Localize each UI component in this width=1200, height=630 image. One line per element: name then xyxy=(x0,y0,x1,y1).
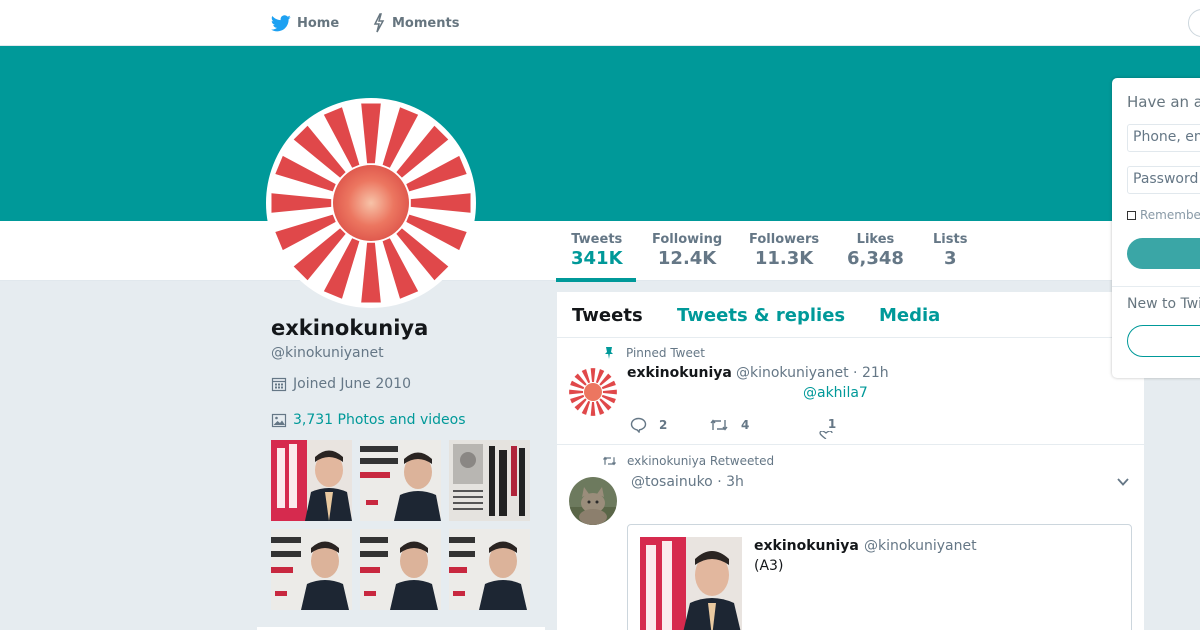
stat-likes-value: 6,348 xyxy=(847,248,904,269)
like-count: 1 xyxy=(827,417,837,431)
nav-home[interactable]: Home xyxy=(271,0,339,46)
sun-ray xyxy=(271,193,332,213)
like-button[interactable]: 1 xyxy=(818,417,846,439)
tweet-author-meta[interactable]: @kinokuniyanet · 21h xyxy=(736,365,889,381)
stat-lists-value: 3 xyxy=(943,248,957,269)
nav-home-label: Home xyxy=(297,15,340,31)
quoted-author-handle: @kinokuniyanet xyxy=(864,538,977,554)
active-stat-underline xyxy=(556,278,636,282)
photo-thumbnail[interactable] xyxy=(271,440,352,521)
calendar-icon xyxy=(271,377,287,392)
stat-tweets-label: Tweets xyxy=(571,232,623,247)
tab-media[interactable]: Media xyxy=(879,305,940,326)
remember-label: Remembe xyxy=(1140,208,1200,222)
top-navigation: Home Moments xyxy=(0,0,1200,46)
pinned-tweet-label: Pinned Tweet xyxy=(626,346,705,360)
rising-sun-avatar-small xyxy=(569,368,617,416)
search-field-edge[interactable] xyxy=(1188,9,1200,37)
photo-thumbnail[interactable] xyxy=(271,529,352,610)
profile-banner xyxy=(0,46,1200,221)
stat-following-label: Following xyxy=(652,232,723,247)
quoted-tweet-image[interactable] xyxy=(640,537,742,630)
tweet-author-avatar[interactable] xyxy=(569,477,617,525)
stat-lists[interactable]: Lists 3 xyxy=(933,232,967,270)
stat-likes-label: Likes xyxy=(856,232,895,247)
rising-sun-avatar-image xyxy=(271,103,471,303)
photo-thumbnail[interactable] xyxy=(360,440,441,521)
remember-me[interactable]: Remembe xyxy=(1127,208,1200,222)
nav-moments-label: Moments xyxy=(392,15,460,31)
photo-thumbnail[interactable] xyxy=(360,529,441,610)
like-icon xyxy=(819,431,833,439)
stat-followers[interactable]: Followers 11.3K xyxy=(749,232,819,270)
profile-avatar[interactable] xyxy=(266,98,476,308)
profile-handle[interactable]: @kinokuniyanet xyxy=(271,345,384,361)
photos-and-videos-link[interactable]: 3,731 Photos and videos xyxy=(271,412,466,428)
tweet-context-pinned: Pinned Tweet xyxy=(602,346,705,360)
sun-ray xyxy=(410,193,471,213)
tweet-mention-link[interactable]: @akhila7 xyxy=(803,385,868,401)
image-icon xyxy=(271,413,287,428)
sun-ray xyxy=(361,103,381,164)
stat-likes[interactable]: Likes 6,348 xyxy=(847,232,904,270)
reply-icon xyxy=(630,417,647,433)
login-card: Have an ac Phone, em Password Remembe Ne… xyxy=(1112,78,1200,378)
profile-joined-text: Joined June 2010 xyxy=(293,376,411,392)
photo-thumbnail[interactable] xyxy=(449,440,530,521)
tweet-author-meta[interactable]: @tosainuko · 3h xyxy=(631,474,744,490)
retweet-button[interactable]: 4 xyxy=(709,417,749,433)
cat-avatar-image xyxy=(569,477,617,525)
nav-moments[interactable]: Moments xyxy=(372,0,459,46)
signup-button[interactable] xyxy=(1127,325,1200,357)
chevron-down-icon[interactable] xyxy=(1116,476,1130,488)
remember-checkbox[interactable] xyxy=(1127,210,1136,220)
retweeted-by-label: exkinokuniya Retweeted xyxy=(627,454,775,468)
phone-email-input[interactable]: Phone, em xyxy=(1127,124,1200,152)
profile-name[interactable]: exkinokuniya xyxy=(271,316,428,340)
stat-lists-label: Lists xyxy=(933,232,968,247)
new-to-twitter-label: New to Twi xyxy=(1127,296,1200,312)
timeline-tabs: Tweets Tweets & replies Media xyxy=(557,292,1144,338)
photo-grid xyxy=(271,440,531,610)
stat-followers-label: Followers xyxy=(749,232,820,247)
stat-tweets[interactable]: Tweets 341K xyxy=(571,232,623,270)
stat-followers-value: 11.3K xyxy=(754,248,814,269)
login-title: Have an ac xyxy=(1127,93,1200,111)
tweet-author-name[interactable]: exkinokuniya xyxy=(627,365,732,381)
retweet-icon xyxy=(603,456,616,466)
reply-button[interactable]: 2 xyxy=(630,417,667,433)
retweet-icon xyxy=(710,419,728,431)
tab-tweets[interactable]: Tweets xyxy=(572,305,643,326)
tab-tweets-and-replies[interactable]: Tweets & replies xyxy=(677,305,845,326)
password-input[interactable]: Password xyxy=(1127,166,1200,194)
photo-thumbnail[interactable] xyxy=(449,529,530,610)
tweet-author-avatar[interactable] xyxy=(569,368,617,416)
stat-following-value: 12.4K xyxy=(657,248,717,269)
pin-icon xyxy=(605,347,613,359)
quoted-tweet-text: (A3) xyxy=(754,558,784,574)
reply-count: 2 xyxy=(659,418,668,432)
profile-joined: Joined June 2010 xyxy=(271,376,411,392)
quoted-author-name: exkinokuniya xyxy=(754,538,859,554)
login-button[interactable] xyxy=(1127,238,1200,269)
twitter-bird-icon xyxy=(271,14,291,31)
lightning-icon xyxy=(373,13,385,33)
stat-following[interactable]: Following 12.4K xyxy=(652,232,722,270)
retweet-count: 4 xyxy=(741,418,750,432)
sun-ray xyxy=(361,242,381,303)
quoted-tweet[interactable]: exkinokuniya @kinokuniyanet (A3) xyxy=(627,524,1132,630)
login-divider xyxy=(1112,286,1200,287)
tweet-context-retweeted: exkinokuniya Retweeted xyxy=(602,454,774,468)
photos-and-videos-label: 3,731 Photos and videos xyxy=(293,412,466,428)
tweet-divider xyxy=(557,444,1144,445)
stat-tweets-value: 341K xyxy=(571,248,623,269)
